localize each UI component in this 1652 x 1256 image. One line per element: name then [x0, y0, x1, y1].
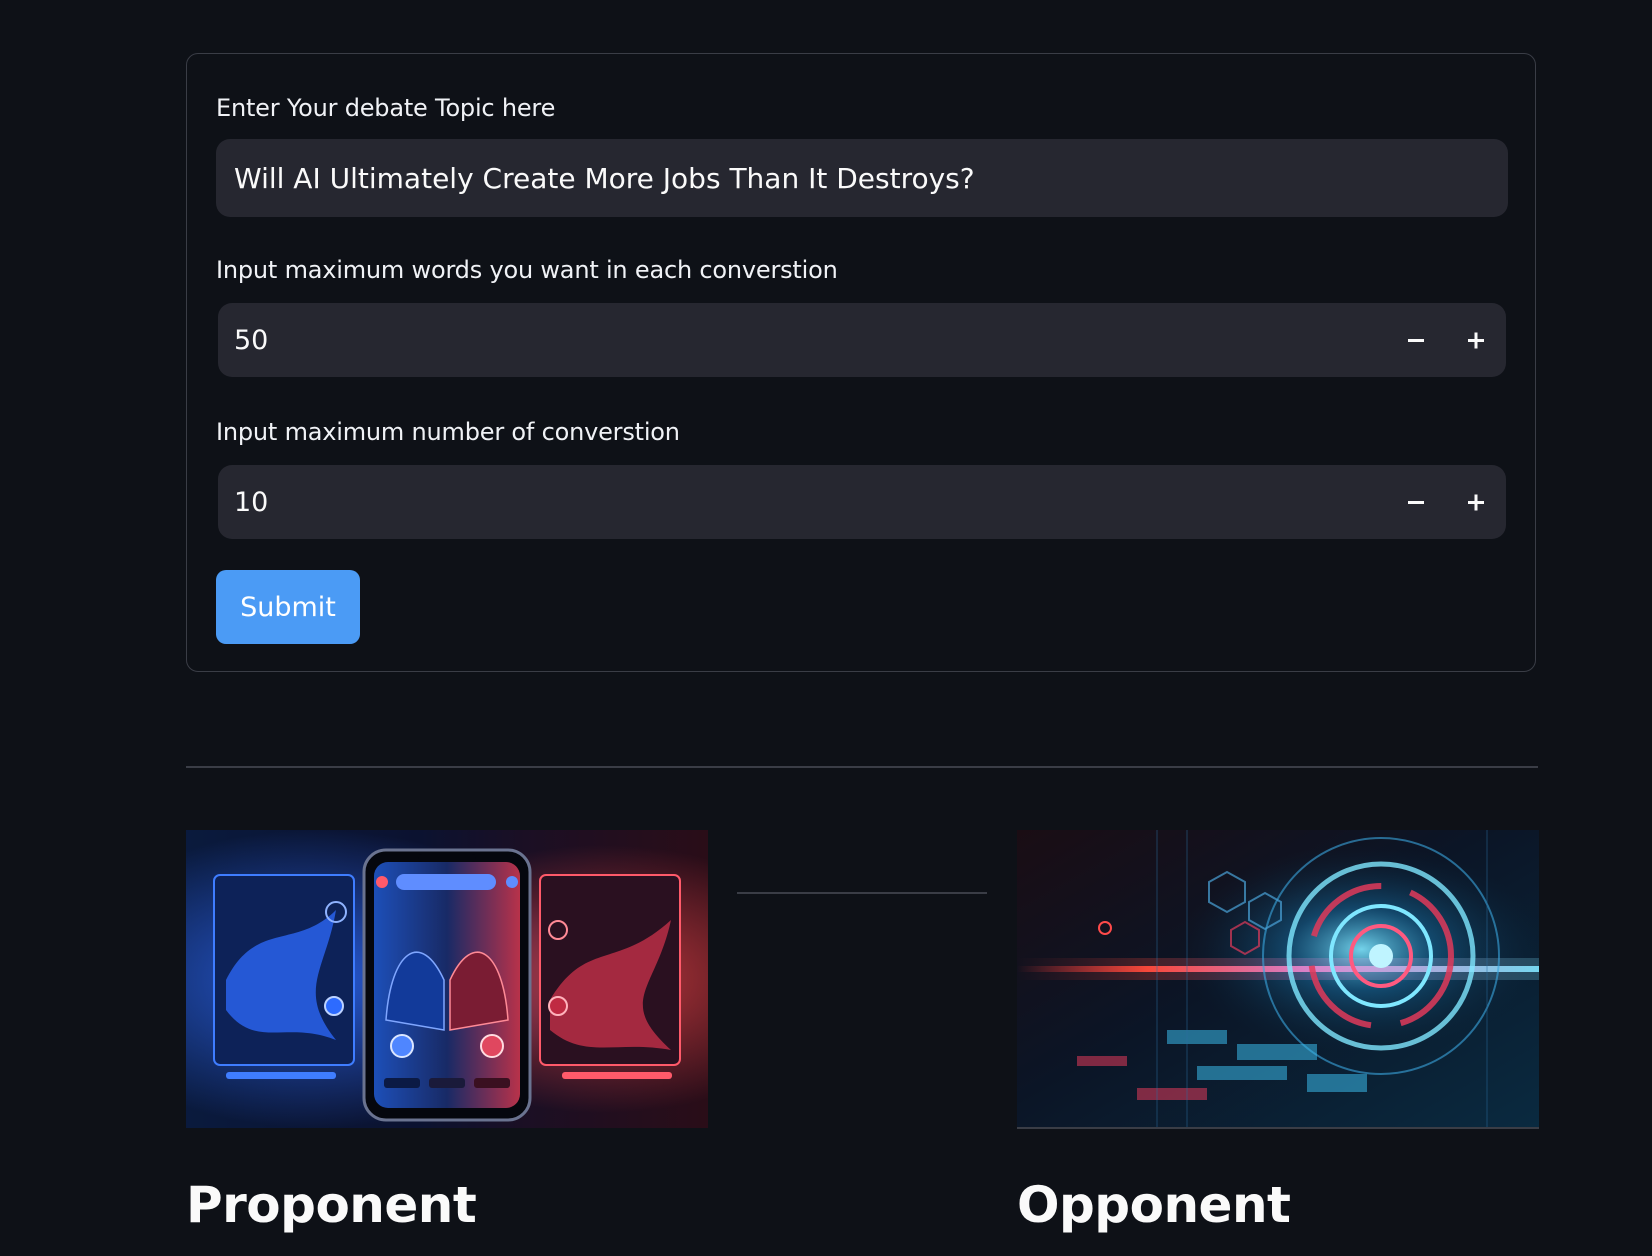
submit-button[interactable]: Submit — [216, 570, 360, 644]
topic-label: Enter Your debate Topic here — [216, 94, 556, 122]
max-conversations-input[interactable] — [218, 465, 1386, 539]
max-words-label: Input maximum words you want in each con… — [216, 256, 838, 284]
max-words-decrement-button[interactable] — [1386, 303, 1446, 377]
max-conversations-decrement-button[interactable] — [1386, 465, 1446, 539]
proponent-heading: Proponent — [186, 1176, 477, 1234]
minus-icon — [1408, 339, 1424, 342]
max-conversations-label: Input maximum number of converstion — [216, 418, 680, 446]
opponent-heading: Opponent — [1017, 1176, 1291, 1234]
proponent-image — [186, 830, 708, 1128]
max-words-number-input — [218, 303, 1506, 377]
topic-input[interactable] — [216, 139, 1508, 217]
plus-icon — [1468, 494, 1484, 511]
max-words-input[interactable] — [218, 303, 1386, 377]
opponent-image-underline — [1017, 1127, 1539, 1129]
max-conversations-increment-button[interactable] — [1446, 465, 1506, 539]
max-conversations-number-input — [218, 465, 1506, 539]
section-divider — [186, 766, 1538, 768]
max-words-increment-button[interactable] — [1446, 303, 1506, 377]
center-divider — [737, 892, 987, 894]
app-page: Enter Your debate Topic here Input maxim… — [0, 0, 1652, 1256]
minus-icon — [1408, 501, 1424, 504]
plus-icon — [1468, 332, 1484, 349]
opponent-image — [1017, 830, 1539, 1128]
debate-form: Enter Your debate Topic here Input maxim… — [186, 53, 1536, 672]
